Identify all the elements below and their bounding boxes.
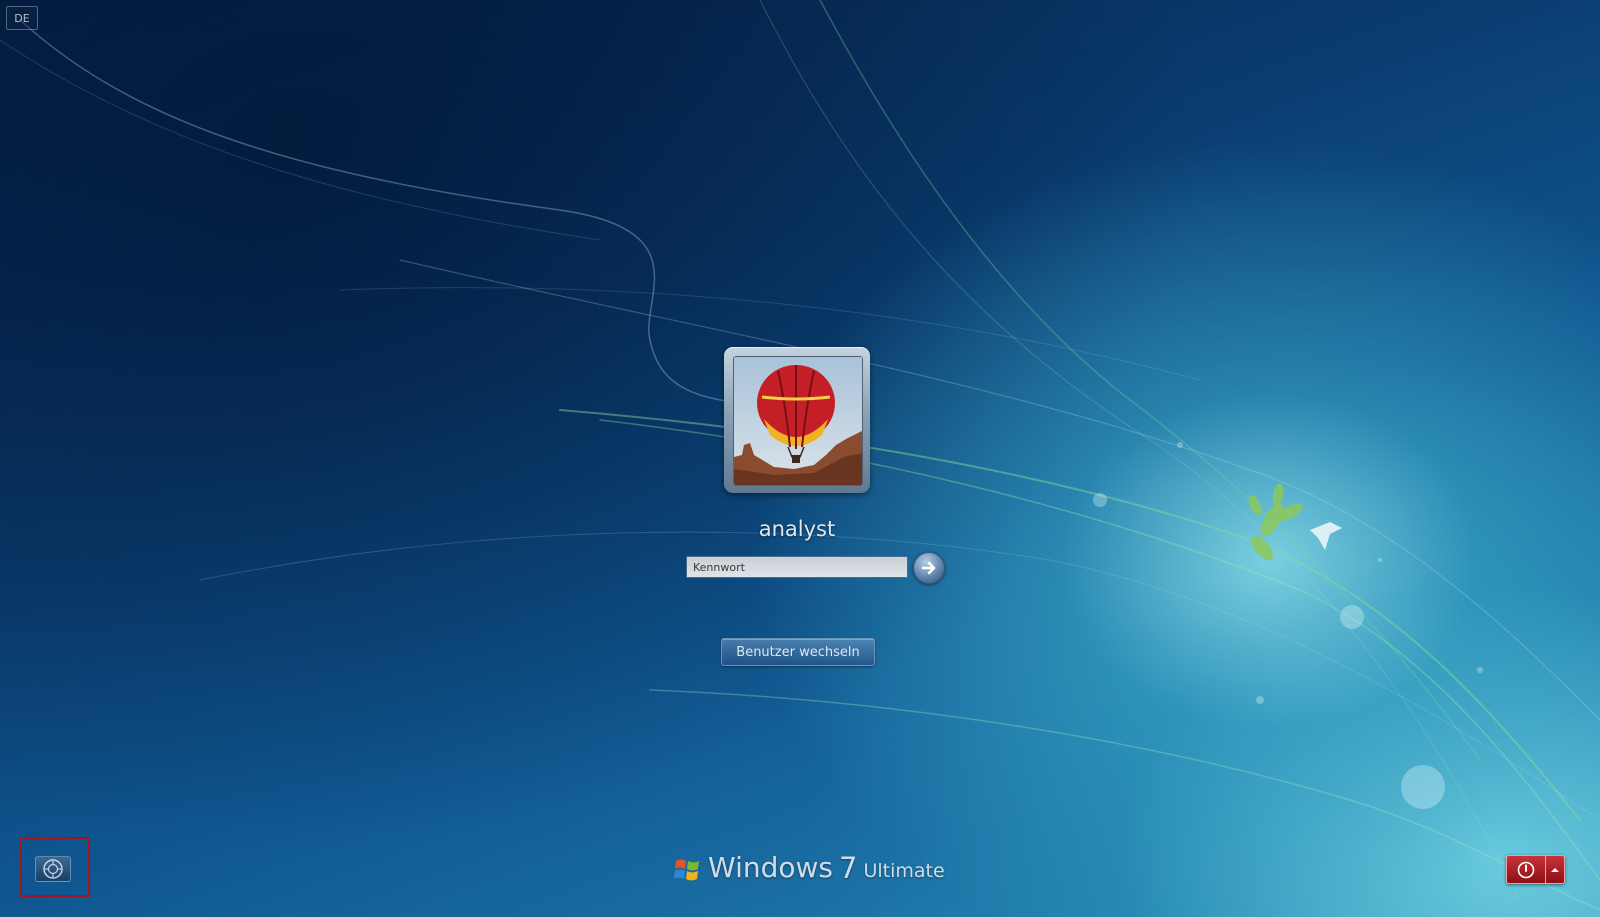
- user-name: analyst: [758, 517, 836, 541]
- hot-air-balloon-picture: [733, 356, 863, 486]
- submit-login-button[interactable]: [913, 552, 945, 584]
- power-icon: [1517, 861, 1535, 878]
- shutdown-options-button[interactable]: [1546, 856, 1564, 883]
- shutdown-button[interactable]: [1507, 856, 1546, 883]
- user-avatar[interactable]: [724, 347, 870, 493]
- shutdown-controls: [1506, 855, 1565, 884]
- ease-of-access-button[interactable]: [35, 856, 71, 882]
- ease-of-access-highlight: [20, 837, 90, 897]
- windows-logo-icon: [674, 859, 699, 881]
- brand-version: 7: [839, 851, 858, 885]
- password-input[interactable]: [686, 556, 908, 578]
- chevron-up-icon: [1551, 867, 1559, 872]
- windows-branding: Windows 7 Ultimate: [674, 853, 945, 883]
- login-screen: DE analyst Benutzer wechseln Windows 7 U…: [0, 0, 1600, 917]
- arrow-right-icon: [921, 561, 936, 575]
- brand-name: Windows: [708, 851, 833, 884]
- switch-user-button[interactable]: Benutzer wechseln: [721, 638, 875, 666]
- language-indicator[interactable]: DE: [6, 6, 38, 30]
- brand-edition: Ultimate: [863, 860, 945, 882]
- ease-of-access-icon: [43, 859, 63, 879]
